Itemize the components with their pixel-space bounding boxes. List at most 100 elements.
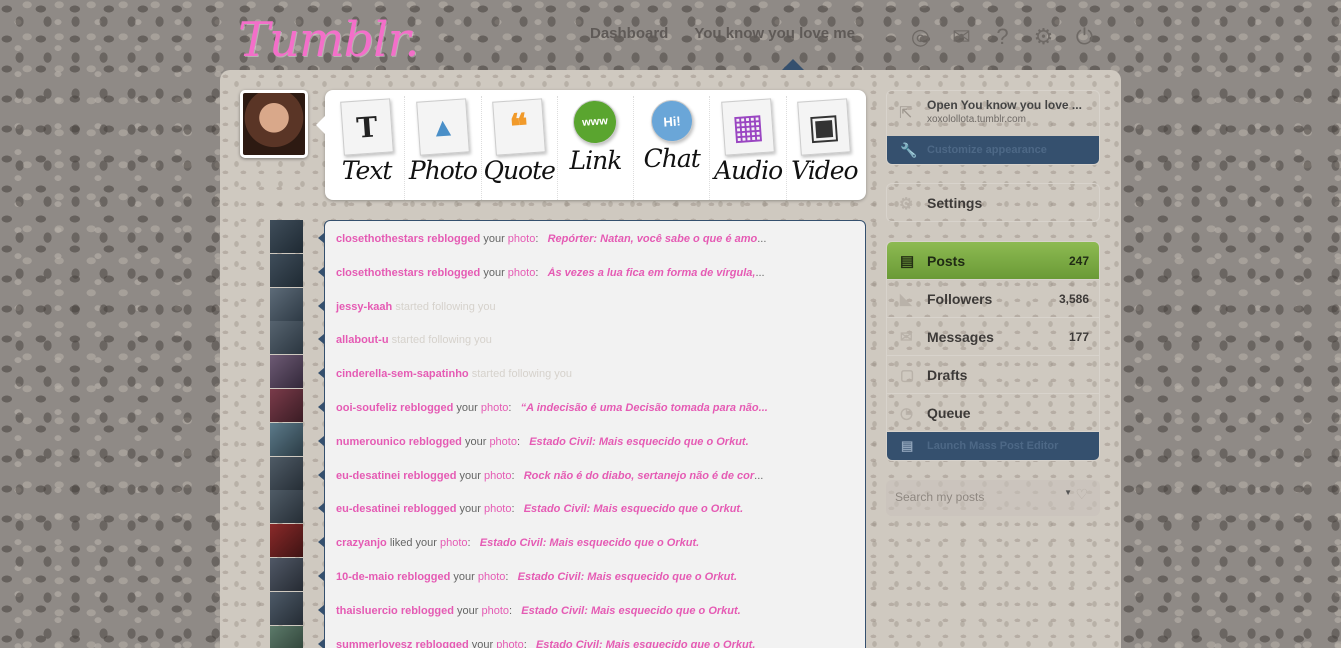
feed-post-excerpt[interactable]: “A indecisão é uma Decisão tomada para n…	[521, 402, 768, 414]
feed-post-excerpt[interactable]: Estado Civil: Mais esquecido que o Orkut…	[480, 537, 699, 549]
feed-post-excerpt[interactable]: Estado Civil: Mais esquecido que o Orkut…	[524, 503, 743, 515]
post-type-photo[interactable]: ▲ Photo	[405, 96, 482, 200]
feed-username[interactable]: thaisluercio	[336, 605, 398, 617]
blog-card: ⇱ Open You know you love ... xoxolollota…	[886, 90, 1100, 165]
feed-username[interactable]: eu-desatinei	[336, 470, 400, 482]
menu-label: Posts	[927, 253, 966, 269]
feed-post-excerpt[interactable]: Estado Civil: Mais esquecido que o Orkut…	[521, 605, 740, 617]
activity-user-avatar[interactable]	[270, 524, 303, 558]
feed-item-link[interactable]: photo	[484, 503, 512, 515]
feed-your: your	[464, 435, 487, 448]
menu-item-followers[interactable]: ◣ Followers 3,586	[887, 280, 1099, 318]
feed-item-link[interactable]: photo	[489, 436, 517, 448]
menu-item-queue[interactable]: ◷ Queue	[887, 394, 1099, 432]
activity-user-avatar[interactable]	[270, 456, 303, 490]
post-type-chat[interactable]: Hi! Chat	[634, 96, 711, 200]
activity-user-avatar[interactable]	[270, 591, 303, 625]
feed-username[interactable]: crazyanjo	[336, 537, 387, 549]
open-blog-link[interactable]: ⇱ Open You know you love ... xoxolollota…	[887, 91, 1099, 136]
feed-action[interactable]: reblogged	[427, 267, 480, 279]
feed-separator: :	[511, 469, 524, 482]
feed-action[interactable]: reblogged	[401, 605, 454, 617]
feed-row: 10-de-maio reblogged your photo: Estado …	[325, 571, 865, 591]
activity-user-avatar[interactable]	[270, 355, 303, 389]
menu-item-posts[interactable]: ▤ Posts 247	[887, 242, 1099, 280]
activity-user-avatar[interactable]	[270, 389, 303, 422]
feed-post-excerpt[interactable]: Estado Civil: Mais esquecido que o Orkut…	[518, 571, 737, 583]
feed-post-excerpt[interactable]: Estado Civil: Mais esquecido que o Orkut…	[529, 436, 748, 448]
feed-post-excerpt[interactable]: Rock não é do diabo, sertanejo não é de …	[524, 470, 754, 482]
feed-action: liked	[389, 537, 413, 550]
help-icon[interactable]: ?	[990, 24, 1015, 49]
feed-item-link[interactable]: photo	[508, 233, 536, 245]
feed-action[interactable]: reblogged	[400, 402, 453, 414]
feed-item-link[interactable]: photo	[478, 571, 506, 583]
feed-item-link[interactable]: photo	[440, 537, 468, 549]
activity-user-avatar[interactable]	[270, 558, 303, 591]
menu-item-messages[interactable]: ✉ Messages 177	[887, 318, 1099, 356]
quote-post-icon: ❝	[492, 98, 547, 156]
nav-blog[interactable]: You know you love me	[694, 25, 855, 42]
post-type-video[interactable]: ▣ Video	[787, 96, 862, 200]
feed-username[interactable]: 10-de-maio	[336, 571, 394, 583]
feed-post-excerpt[interactable]: Estado Civil: Mais esquecido que o Orkut…	[536, 639, 755, 648]
feed-row: eu-desatinei reblogged your photo: Rock …	[325, 470, 865, 490]
feed-username[interactable]: jessy-kaah	[336, 301, 392, 313]
feed-action[interactable]: reblogged	[409, 436, 462, 448]
feed-item-link[interactable]: photo	[484, 470, 512, 482]
feed-separator: :	[535, 266, 548, 279]
search-input[interactable]	[886, 480, 1056, 514]
activity-user-avatar[interactable]	[270, 490, 303, 524]
activity-user-avatar[interactable]	[270, 422, 303, 456]
dropdown-arrow-icon[interactable]: ▼	[1064, 488, 1072, 497]
feed-action[interactable]: reblogged	[397, 571, 450, 583]
power-icon[interactable]: ⏻	[1072, 24, 1097, 49]
activity-user-avatar[interactable]	[270, 321, 303, 355]
photo-post-icon: ▲	[416, 98, 470, 156]
feed-row: thaisluercio reblogged your photo: Estad…	[325, 605, 865, 625]
customize-appearance-button[interactable]: 🔧 Customize appearance	[887, 136, 1099, 164]
avatar[interactable]	[240, 90, 308, 158]
feed-item-link[interactable]: photo	[481, 402, 509, 414]
mail-icon[interactable]: ✉	[949, 24, 974, 49]
feed-row: ooi-soufeliz reblogged your photo: “A in…	[325, 402, 865, 422]
feed-username[interactable]: summerlovesz	[336, 639, 412, 648]
feed-username[interactable]: closethothestars	[336, 233, 424, 245]
feed-action[interactable]: reblogged	[403, 470, 456, 482]
feed-item-link[interactable]: photo	[496, 639, 524, 648]
activity-user-avatar[interactable]	[270, 287, 303, 321]
feed-username[interactable]: numerounico	[336, 436, 406, 448]
compass-icon[interactable]: ◎	[908, 24, 933, 49]
feed-action[interactable]: reblogged	[427, 233, 480, 245]
mass-post-editor-button[interactable]: ▤ Launch Mass Post Editor	[887, 432, 1099, 460]
feed-row: numerounico reblogged your photo: Estado…	[325, 436, 865, 456]
tumblr-logo[interactable]: Tumblr.	[238, 12, 419, 68]
post-type-text[interactable]: T Text	[329, 96, 406, 200]
settings-link[interactable]: ⚙ Settings	[886, 183, 1100, 222]
activity-user-avatar[interactable]	[270, 625, 303, 648]
feed-username[interactable]: cinderella-sem-sapatinho	[336, 368, 469, 380]
post-type-quote[interactable]: ❝ Quote	[482, 96, 558, 200]
feed-ellipsis: ...	[755, 266, 765, 279]
heart-icon[interactable]: ♡	[1075, 486, 1088, 503]
feed-item-link[interactable]: photo	[508, 267, 536, 279]
audio-post-icon: ▦	[721, 98, 775, 156]
gear-icon[interactable]: ⚙	[1031, 24, 1056, 49]
feed-row: crazyanjo liked your photo: Estado Civil…	[325, 537, 865, 557]
feed-action[interactable]: reblogged	[416, 639, 469, 648]
feed-username[interactable]: eu-desatinei	[336, 503, 400, 515]
post-type-audio[interactable]: ▦ Audio	[710, 96, 787, 200]
feed-username[interactable]: ooi-soufeliz	[336, 402, 397, 414]
post-type-link[interactable]: www Link	[558, 96, 635, 200]
menu-label: Queue	[927, 405, 971, 421]
feed-action[interactable]: reblogged	[403, 503, 456, 515]
feed-username[interactable]: closethothestars	[336, 267, 424, 279]
feed-item-link[interactable]: photo	[482, 605, 510, 617]
feed-username[interactable]: allabout-u	[336, 334, 389, 346]
nav-dashboard[interactable]: Dashboard	[590, 25, 668, 42]
activity-user-avatar[interactable]	[270, 220, 303, 253]
feed-post-excerpt[interactable]: Às vezes a lua fica em forma de vírgula,	[548, 267, 756, 279]
activity-user-avatar[interactable]	[270, 253, 303, 287]
feed-post-excerpt[interactable]: Repórter: Natan, você sabe o que é amo	[548, 233, 758, 245]
menu-item-drafts[interactable]: ▢ Drafts	[887, 356, 1099, 394]
